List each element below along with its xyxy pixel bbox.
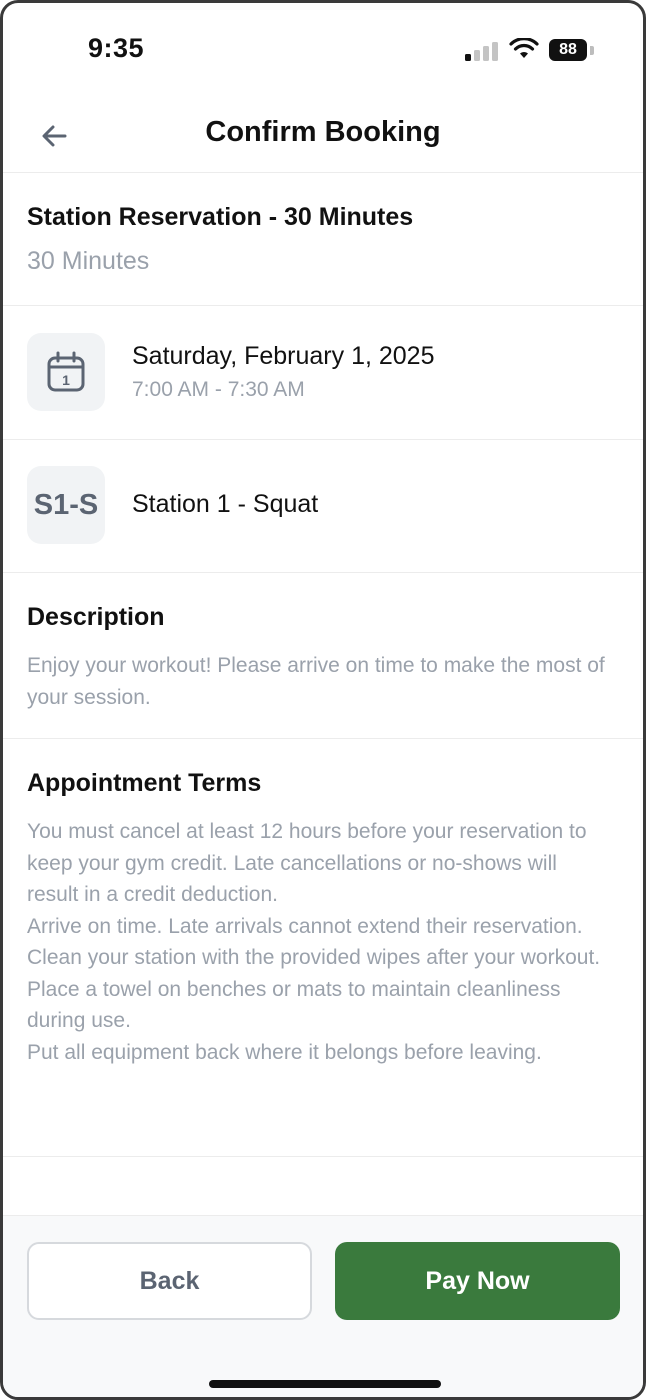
header: Confirm Booking [3,98,643,173]
terms-line: Clean your station with the provided wip… [27,946,601,969]
phone-screen: 9:35 88 Confirm Booking Station Reservat… [0,0,646,1400]
station-tile: S1-S [27,466,105,544]
description-heading: Description [27,603,165,631]
pay-now-button[interactable]: Pay Now [335,1242,620,1320]
terms-line: Arrive on time. Late arrivals cannot ext… [27,914,583,938]
back-button[interactable]: Back [27,1242,312,1320]
svg-text:1: 1 [62,372,70,388]
service-summary: Station Reservation - 30 Minutes 30 Minu… [3,173,643,306]
battery-nub [590,46,594,55]
station-abbreviation: S1-S [33,488,99,521]
status-bar: 9:35 88 [3,3,643,93]
calendar-icon: 1 [47,351,85,392]
station-name: Station 1 - Squat [132,490,319,518]
booking-time: 7:00 AM - 7:30 AM [132,378,305,401]
terms-line: Place a towel on benches or mats to main… [27,977,561,1033]
footer-actions: Back Pay Now [3,1215,643,1397]
terms-line: Put all equipment back where it belongs … [27,1040,542,1064]
calendar-tile: 1 [27,333,105,411]
station-row: S1-S Station 1 - Squat [3,440,643,573]
booking-date: Saturday, February 1, 2025 [132,342,435,370]
terms-line: You must cancel at least 12 hours before… [27,820,587,906]
wifi-icon [509,38,539,58]
page-title: Confirm Booking [205,116,441,148]
schedule-row: 1 Saturday, February 1, 2025 7:00 AM - 7… [3,306,643,440]
home-indicator[interactable] [209,1380,441,1388]
terms-heading: Appointment Terms [27,769,262,797]
battery-icon: 88 [549,39,587,61]
terms-section: Appointment Terms You must cancel at lea… [3,739,643,1157]
terms-text: You must cancel at least 12 hours before… [27,816,613,1068]
description-section: Description Enjoy your workout! Please a… [3,573,643,739]
service-title: Station Reservation - 30 Minutes [27,203,414,231]
status-time: 9:35 [88,33,145,63]
description-text: Enjoy your workout! Please arrive on tim… [27,654,605,709]
service-duration: 30 Minutes [27,247,150,275]
signal-icon [465,41,499,61]
